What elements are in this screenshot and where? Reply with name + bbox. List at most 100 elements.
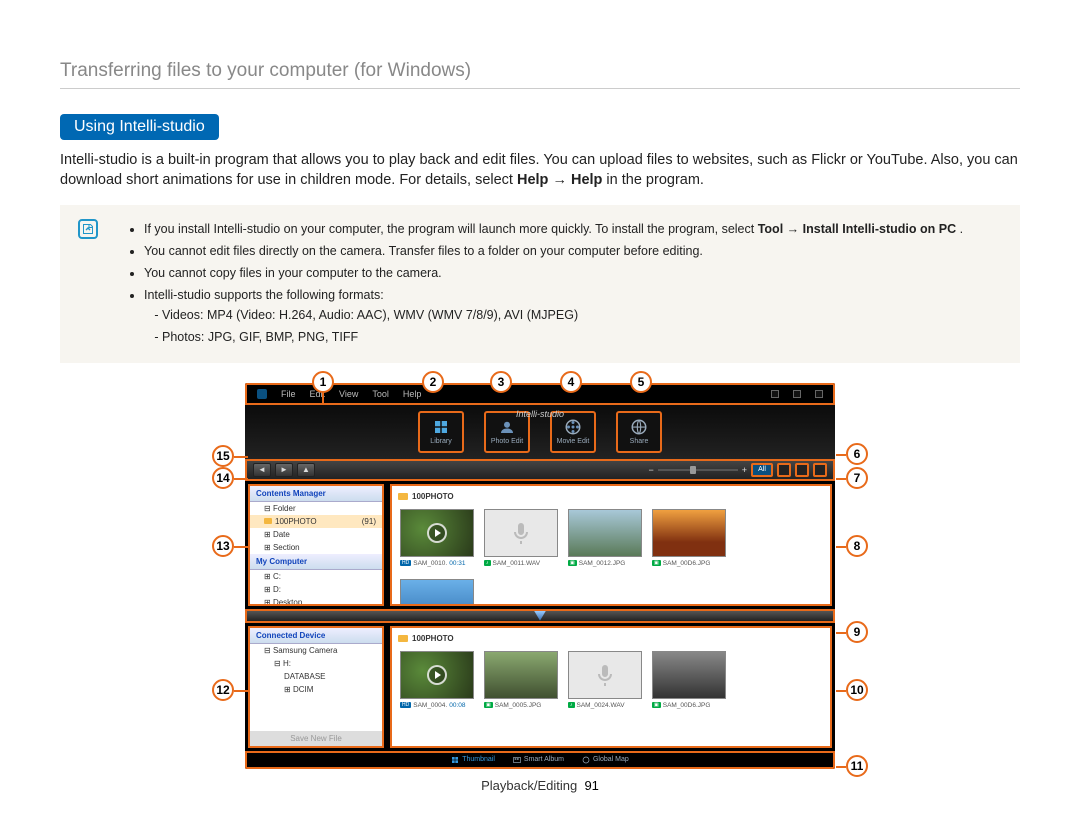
thumbnail-image: [400, 509, 474, 557]
filter-all-button[interactable]: All: [751, 463, 773, 477]
callout-line: [836, 632, 846, 634]
view-smart-album-button[interactable]: Smart Album: [513, 756, 564, 764]
tree-row-folder[interactable]: ⊟ Folder: [250, 502, 382, 515]
note-box: If you install Intelli-studio on your co…: [60, 205, 1020, 363]
menu-tool[interactable]: Tool: [372, 389, 389, 399]
badge-audio-icon: ♪: [568, 702, 575, 708]
primary-tabs: Intelli-studio Library Photo Edit Movie …: [245, 405, 835, 459]
tree-d-label: D:: [273, 585, 281, 594]
tab-share[interactable]: Share: [616, 411, 662, 453]
thumbnail-name: SAM_0004.: [413, 702, 447, 709]
my-computer-header: My Computer: [250, 554, 382, 570]
view-thumbnail-label: Thumbnail: [462, 756, 495, 763]
note-bullet-1a: If you install Intelli-studio on your co…: [144, 222, 758, 236]
tree-row-h[interactable]: ⊟ H:: [250, 657, 382, 670]
contents-manager-header: Contents Manager: [250, 486, 382, 502]
window-close-button[interactable]: [815, 390, 823, 398]
tree-row-c[interactable]: ⊞ C:: [250, 570, 382, 583]
tree-row-d[interactable]: ⊞ D:: [250, 583, 382, 596]
note-bullet-1c: →: [787, 222, 803, 236]
callout-10: 10: [846, 679, 868, 701]
tab-library-label: Library: [430, 438, 451, 445]
menu-help[interactable]: Help: [403, 389, 422, 399]
thumbnail-view-icon: [451, 756, 459, 764]
globe-icon: [582, 756, 590, 764]
callout-3: 3: [490, 371, 512, 393]
nav-up-button[interactable]: ▲: [297, 463, 315, 477]
tree-row-camera[interactable]: ⊟ Samsung Camera: [250, 644, 382, 657]
thumbnail-item[interactable]: HDSAM_0010. 00:31: [400, 509, 474, 567]
lower-body: Connected Device ⊟ Samsung Camera ⊟ H: D…: [245, 623, 835, 751]
tree-row-database[interactable]: DATABASE: [250, 670, 382, 683]
callout-line: [234, 478, 248, 480]
app-screenshot-wrap: 1 2 3 4 5 15 14 13 12 6 7 8 9 10 11 File…: [230, 383, 850, 769]
save-new-file-button[interactable]: Save New File: [250, 731, 382, 746]
view-global-map-button[interactable]: Global Map: [582, 756, 629, 764]
tree-row-desktop[interactable]: ⊞ Desktop: [250, 596, 382, 606]
note-icon: [78, 219, 98, 239]
tree-dcim-label: DCIM: [293, 685, 313, 694]
view-thumbnail-button[interactable]: Thumbnail: [451, 756, 495, 764]
app-icon: [257, 389, 267, 399]
window-maximize-button[interactable]: [793, 390, 801, 398]
thumbnail-image: [400, 651, 474, 699]
menu-view[interactable]: View: [339, 389, 358, 399]
nav-forward-button[interactable]: ►: [275, 463, 293, 477]
callout-line: [836, 766, 846, 768]
tree-row-date[interactable]: ⊞ Date: [250, 528, 382, 541]
thumbnail-name: SAM_0012.JPG: [579, 560, 626, 567]
tree-database-label: DATABASE: [284, 672, 326, 681]
thumbnail-item[interactable]: ▣SAM_00D6.JPG: [652, 651, 726, 709]
zoom-in-button[interactable]: +: [742, 465, 747, 475]
nav-back-button[interactable]: ◄: [253, 463, 271, 477]
panel-divider[interactable]: [245, 609, 835, 623]
callout-line: [234, 546, 248, 548]
zoom-slider[interactable]: [658, 469, 738, 471]
tree-row-section[interactable]: ⊞ Section: [250, 541, 382, 554]
thumbnail-name: SAM_0024.WAV: [577, 702, 625, 709]
thumbnail-image: [652, 651, 726, 699]
thumbnail-item[interactable]: ▣SAM_0012.JPG: [568, 509, 642, 567]
callout-7: 7: [846, 467, 868, 489]
thumbnail-item[interactable]: ♪SAM_0011.WAV: [484, 509, 558, 567]
filter-movie-button[interactable]: [795, 463, 809, 477]
callout-11: 11: [846, 755, 868, 777]
tab-library[interactable]: Library: [418, 411, 464, 453]
intro-help-2: Help: [571, 172, 602, 188]
note-bullet-4a: Videos: MP4 (Video: H.264, Audio: AAC), …: [162, 305, 1000, 325]
thumbnail-image: [568, 651, 642, 699]
callout-line: [234, 456, 248, 458]
thumbnail-item[interactable]: ♪SAM_0024.WAV: [568, 651, 642, 709]
menu-file[interactable]: File: [281, 389, 296, 399]
tree-100photo-count: (91): [362, 517, 376, 526]
badge-photo-icon: ▣: [652, 560, 661, 566]
thumbnail-item[interactable]: [400, 579, 474, 606]
tree-row-dcim[interactable]: ⊞ DCIM: [250, 683, 382, 696]
zoom-out-button[interactable]: −: [648, 465, 653, 475]
tree-row-100photo[interactable]: 100PHOTO (91): [250, 515, 382, 528]
filter-audio-button[interactable]: [813, 463, 827, 477]
view-smart-label: Smart Album: [524, 756, 564, 763]
thumbnail-item[interactable]: HDSAM_0004. 00:08: [400, 651, 474, 709]
thumbnail-item[interactable]: ▣SAM_00D6.JPG: [652, 509, 726, 567]
bottom-view-bar: Thumbnail Smart Album Global Map: [245, 751, 835, 769]
thumbnail-name: SAM_00D6.JPG: [663, 560, 711, 567]
menubar: File Edit View Tool Help: [245, 383, 835, 405]
footer-label: Playback/Editing: [481, 778, 577, 793]
thumbnail-item[interactable]: ▣SAM_0005.JPG: [484, 651, 558, 709]
thumbnail-image: [400, 579, 474, 606]
callout-line: [836, 546, 846, 548]
footer-page-number: 91: [584, 778, 598, 793]
callout-14: 14: [212, 467, 234, 489]
tree-date-label: Date: [273, 530, 290, 539]
note-bullet-1b: Tool: [758, 222, 783, 236]
tree-c-label: C:: [273, 572, 281, 581]
window-minimize-button[interactable]: [771, 390, 779, 398]
intro-help-1: Help: [517, 172, 548, 188]
page-header-title: Transferring files to your computer (for…: [60, 60, 1020, 89]
view-map-label: Global Map: [593, 756, 629, 763]
note-bullet-1d: Install Intelli-studio on PC: [803, 222, 956, 236]
controls-bar: ◄ ► ▲ − + All: [245, 459, 835, 481]
tree-100photo-label: 100PHOTO: [275, 517, 317, 526]
filter-photo-button[interactable]: [777, 463, 791, 477]
